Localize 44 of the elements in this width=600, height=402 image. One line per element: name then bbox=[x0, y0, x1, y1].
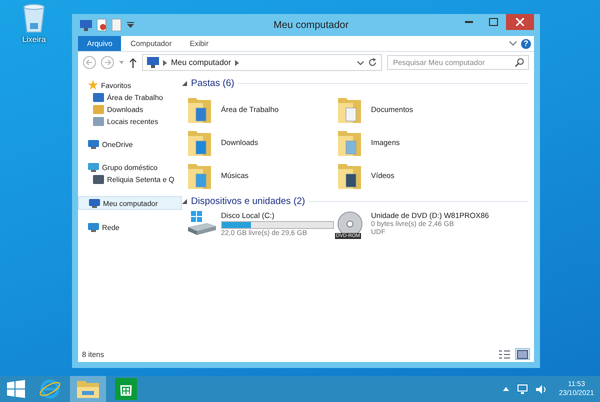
computer-icon bbox=[89, 198, 100, 208]
thumbnail-icon bbox=[517, 350, 528, 358]
chevron-right-icon bbox=[163, 60, 167, 66]
close-button[interactable] bbox=[506, 14, 534, 30]
browser-icon bbox=[39, 378, 61, 400]
chevron-down-icon[interactable] bbox=[357, 60, 364, 64]
chevron-right-icon bbox=[235, 60, 240, 66]
window-title: Meu computador bbox=[272, 20, 349, 30]
recycle-bin-icon[interactable] bbox=[21, 3, 47, 33]
collapse-triangle-icon[interactable] bbox=[182, 198, 187, 204]
list-icon bbox=[499, 350, 510, 358]
details-view-button[interactable] bbox=[497, 348, 512, 360]
search-icon bbox=[515, 58, 524, 67]
large-icons-view-button[interactable] bbox=[515, 348, 530, 360]
new-folder-icon[interactable] bbox=[112, 19, 122, 31]
properties-icon[interactable] bbox=[97, 19, 107, 31]
folder-icon[interactable] bbox=[187, 96, 213, 124]
refresh-icon[interactable] bbox=[368, 58, 377, 67]
folder-icon bbox=[76, 379, 100, 399]
section-heading[interactable]: Pastas (6) bbox=[191, 78, 234, 88]
collapse-triangle-icon[interactable] bbox=[182, 80, 187, 86]
caret-icon[interactable] bbox=[119, 61, 124, 64]
windows-logo-icon bbox=[7, 380, 25, 398]
computer-icon[interactable] bbox=[80, 20, 92, 30]
explorer-taskbar-button[interactable] bbox=[70, 376, 106, 402]
caret-up-icon[interactable] bbox=[502, 387, 509, 391]
address-path: Meu computador bbox=[171, 58, 232, 67]
chevron-down-icon[interactable] bbox=[509, 41, 517, 46]
help-button[interactable]: ? bbox=[521, 38, 531, 48]
shopping-bag-icon bbox=[115, 378, 137, 400]
desktop-icon bbox=[93, 92, 104, 102]
hard-drive-icon[interactable] bbox=[187, 211, 217, 235]
close-icon bbox=[516, 18, 524, 26]
up-arrow-icon[interactable] bbox=[129, 58, 137, 68]
star-icon bbox=[88, 80, 98, 90]
minimize-icon bbox=[465, 21, 474, 23]
volume-icon[interactable] bbox=[536, 384, 547, 394]
caret-icon[interactable] bbox=[127, 22, 134, 28]
section-heading[interactable]: Dispositivos e unidades (2) bbox=[191, 196, 306, 206]
folder-icon[interactable] bbox=[187, 128, 213, 156]
address-bar[interactable]: Meu computador bbox=[142, 54, 382, 71]
computer-icon bbox=[147, 57, 159, 68]
maximize-icon bbox=[488, 18, 498, 26]
folder-icon[interactable] bbox=[337, 162, 363, 190]
